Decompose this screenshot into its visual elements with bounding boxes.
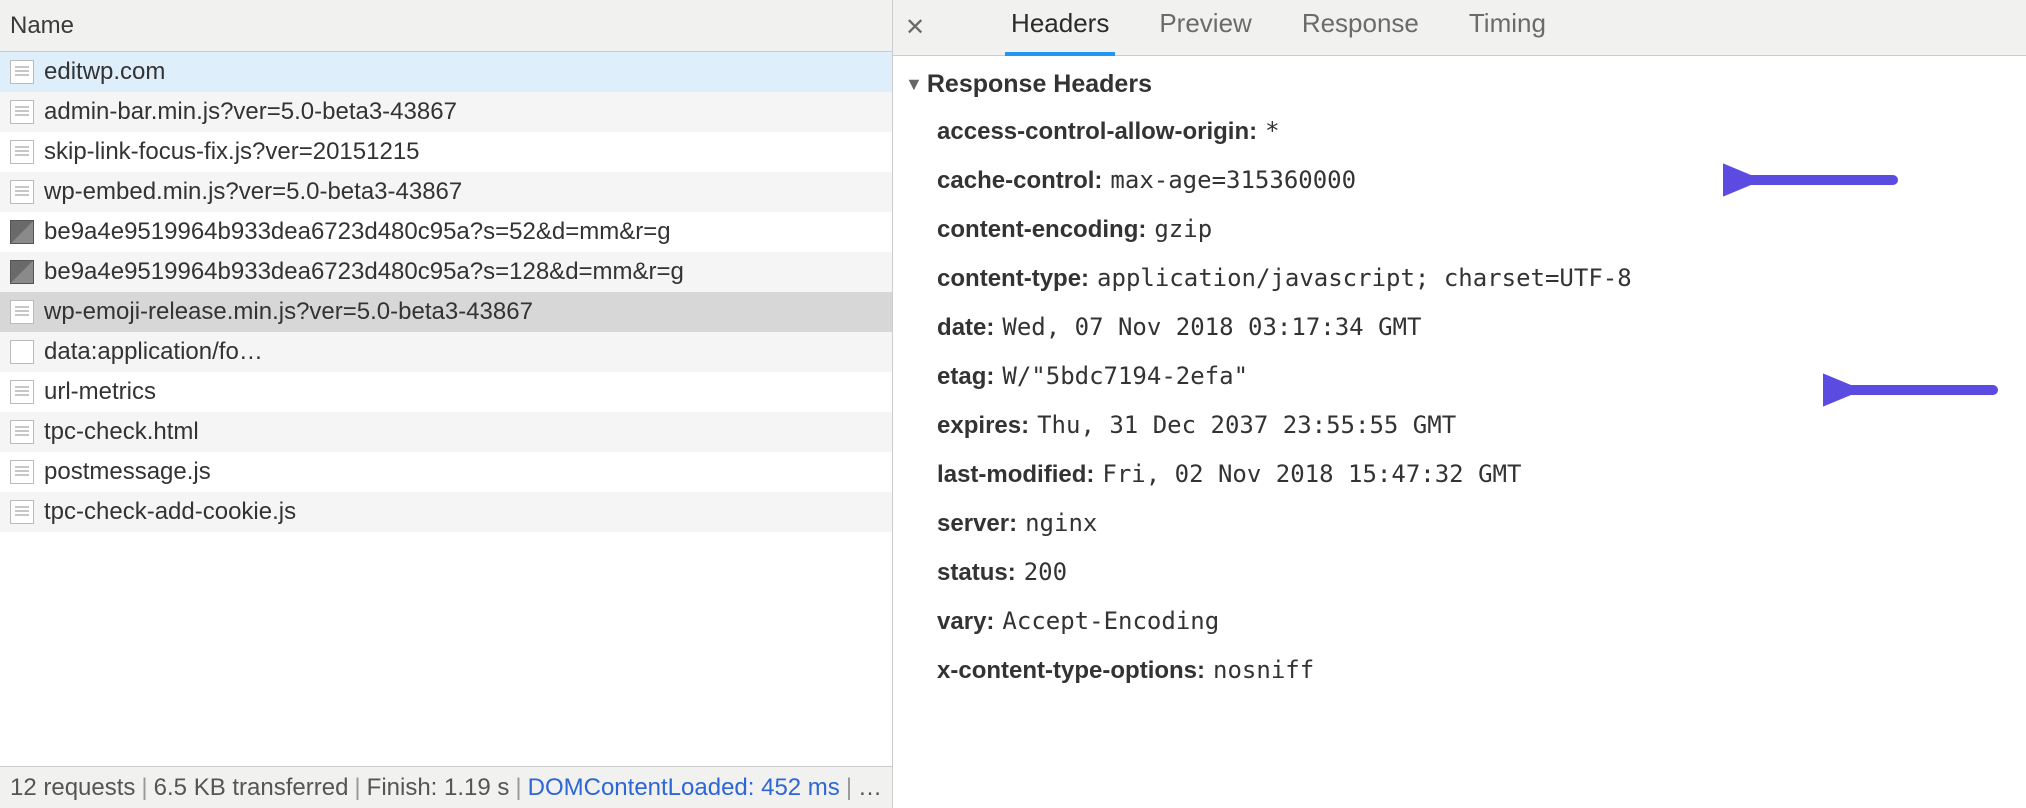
status-separator: | [354, 774, 360, 802]
header-key: status: [937, 555, 1016, 591]
request-name: editwp.com [44, 58, 165, 86]
tab-response[interactable]: Response [1296, 0, 1425, 56]
document-file-icon [10, 420, 34, 444]
header-row: server:nginx [905, 499, 2006, 548]
header-key: content-encoding: [937, 212, 1146, 248]
header-value: Wed, 07 Nov 2018 03:17:34 GMT [1002, 309, 1421, 345]
column-header-label: Name [10, 12, 74, 40]
document-file-icon [10, 60, 34, 84]
request-row[interactable]: wp-emoji-release.min.js?ver=5.0-beta3-43… [0, 292, 892, 332]
header-row: status:200 [905, 548, 2006, 597]
header-value: gzip [1154, 211, 1212, 247]
request-row[interactable]: url-metrics [0, 372, 892, 412]
triangle-down-icon: ▼ [905, 74, 923, 95]
request-row[interactable]: data:application/fo… [0, 332, 892, 372]
headers-view: ▼ Response Headers access-control-allow-… [893, 56, 2026, 808]
status-finish: Finish: 1.19 s [367, 774, 510, 802]
status-separator: | [515, 774, 521, 802]
header-value: Accept-Encoding [1002, 603, 1219, 639]
column-header-name[interactable]: Name [0, 0, 892, 52]
request-row[interactable]: be9a4e9519964b933dea6723d480c95a?s=128&d… [0, 252, 892, 292]
request-rows: editwp.com admin-bar.min.js?ver=5.0-beta3… [0, 52, 892, 766]
request-name: wp-emoji-release.min.js?ver=5.0-beta3-43… [44, 298, 533, 326]
header-row: last-modified:Fri, 02 Nov 2018 15:47:32 … [905, 450, 2006, 499]
request-name: wp-embed.min.js?ver=5.0-beta3-43867 [44, 178, 462, 206]
document-file-icon [10, 140, 34, 164]
request-row[interactable]: wp-embed.min.js?ver=5.0-beta3-43867 [0, 172, 892, 212]
document-file-icon [10, 100, 34, 124]
annotation-arrow-cache-control [1723, 160, 1903, 200]
request-name: tpc-check-add-cookie.js [44, 498, 296, 526]
request-name: url-metrics [44, 378, 156, 406]
request-row[interactable]: postmessage.js [0, 452, 892, 492]
image-file-icon [10, 220, 34, 244]
document-file-icon [10, 500, 34, 524]
response-headers-toggle[interactable]: ▼ Response Headers [905, 70, 2006, 99]
request-row[interactable]: admin-bar.min.js?ver=5.0-beta3-43867 [0, 92, 892, 132]
request-name: data:application/fo… [44, 338, 263, 366]
header-key: server: [937, 506, 1017, 542]
document-file-icon [10, 180, 34, 204]
request-name: admin-bar.min.js?ver=5.0-beta3-43867 [44, 98, 457, 126]
header-value: W/"5bdc7194-2efa" [1002, 358, 1248, 394]
header-value: nginx [1025, 505, 1097, 541]
header-value: nosniff [1213, 652, 1314, 688]
request-name: be9a4e9519964b933dea6723d480c95a?s=128&d… [44, 258, 684, 286]
status-tail: … [858, 774, 882, 802]
status-separator: | [846, 774, 852, 802]
header-key: last-modified: [937, 457, 1094, 493]
header-key: cache-control: [937, 163, 1102, 199]
request-name: skip-link-focus-fix.js?ver=20151215 [44, 138, 420, 166]
header-row: content-type:application/javascript; cha… [905, 254, 2006, 303]
section-title-label: Response Headers [927, 70, 1152, 99]
header-row: date:Wed, 07 Nov 2018 03:17:34 GMT [905, 303, 2006, 352]
header-row: access-control-allow-origin:* [905, 107, 2006, 156]
header-value: max-age=315360000 [1110, 162, 1356, 198]
request-row[interactable]: skip-link-focus-fix.js?ver=20151215 [0, 132, 892, 172]
header-value: Fri, 02 Nov 2018 15:47:32 GMT [1102, 456, 1521, 492]
network-details-pane: ✕ Headers Preview Response Timing ▼ Respons… [893, 0, 2026, 808]
header-key: expires: [937, 408, 1029, 444]
network-status-bar: 12 requests | 6.5 KB transferred | Finis… [0, 766, 892, 808]
header-value: Thu, 31 Dec 2037 23:55:55 GMT [1037, 407, 1456, 443]
document-file-icon [10, 300, 34, 324]
tab-headers[interactable]: Headers [1005, 0, 1115, 56]
request-name: be9a4e9519964b933dea6723d480c95a?s=52&d=… [44, 218, 671, 246]
header-row: x-content-type-options:nosniff [905, 646, 2006, 695]
status-domcontentloaded: DOMContentLoaded: 452 ms [528, 774, 840, 802]
header-key: date: [937, 310, 994, 346]
request-row[interactable]: tpc-check-add-cookie.js [0, 492, 892, 532]
image-file-icon [10, 260, 34, 284]
header-key: access-control-allow-origin: [937, 114, 1257, 150]
status-separator: | [141, 774, 147, 802]
generic-file-icon [10, 340, 34, 364]
header-key: etag: [937, 359, 994, 395]
header-key: vary: [937, 604, 994, 640]
request-row[interactable]: editwp.com [0, 52, 892, 92]
request-row[interactable]: be9a4e9519964b933dea6723d480c95a?s=52&d=… [0, 212, 892, 252]
document-file-icon [10, 460, 34, 484]
header-key: x-content-type-options: [937, 653, 1205, 689]
request-name: tpc-check.html [44, 418, 199, 446]
header-row: vary:Accept-Encoding [905, 597, 2006, 646]
header-row: content-encoding:gzip [905, 205, 2006, 254]
status-transfer: 6.5 KB transferred [154, 774, 349, 802]
request-row[interactable]: tpc-check.html [0, 412, 892, 452]
tab-preview[interactable]: Preview [1153, 0, 1257, 56]
header-value: * [1265, 113, 1279, 149]
close-icon[interactable]: ✕ [901, 14, 929, 42]
document-file-icon [10, 380, 34, 404]
status-requests: 12 requests [10, 774, 135, 802]
header-key: content-type: [937, 261, 1089, 297]
network-request-list-pane: Name editwp.com admin-bar.min.js?ver=5.0-… [0, 0, 893, 808]
tab-timing[interactable]: Timing [1463, 0, 1552, 56]
devtools-network-panel: Name editwp.com admin-bar.min.js?ver=5.0-… [0, 0, 2026, 808]
header-value: application/javascript; charset=UTF-8 [1097, 260, 1632, 296]
annotation-arrow-expires [1823, 370, 2003, 410]
request-name: postmessage.js [44, 458, 211, 486]
details-tabs: ✕ Headers Preview Response Timing [893, 0, 2026, 56]
header-value: 200 [1024, 554, 1067, 590]
